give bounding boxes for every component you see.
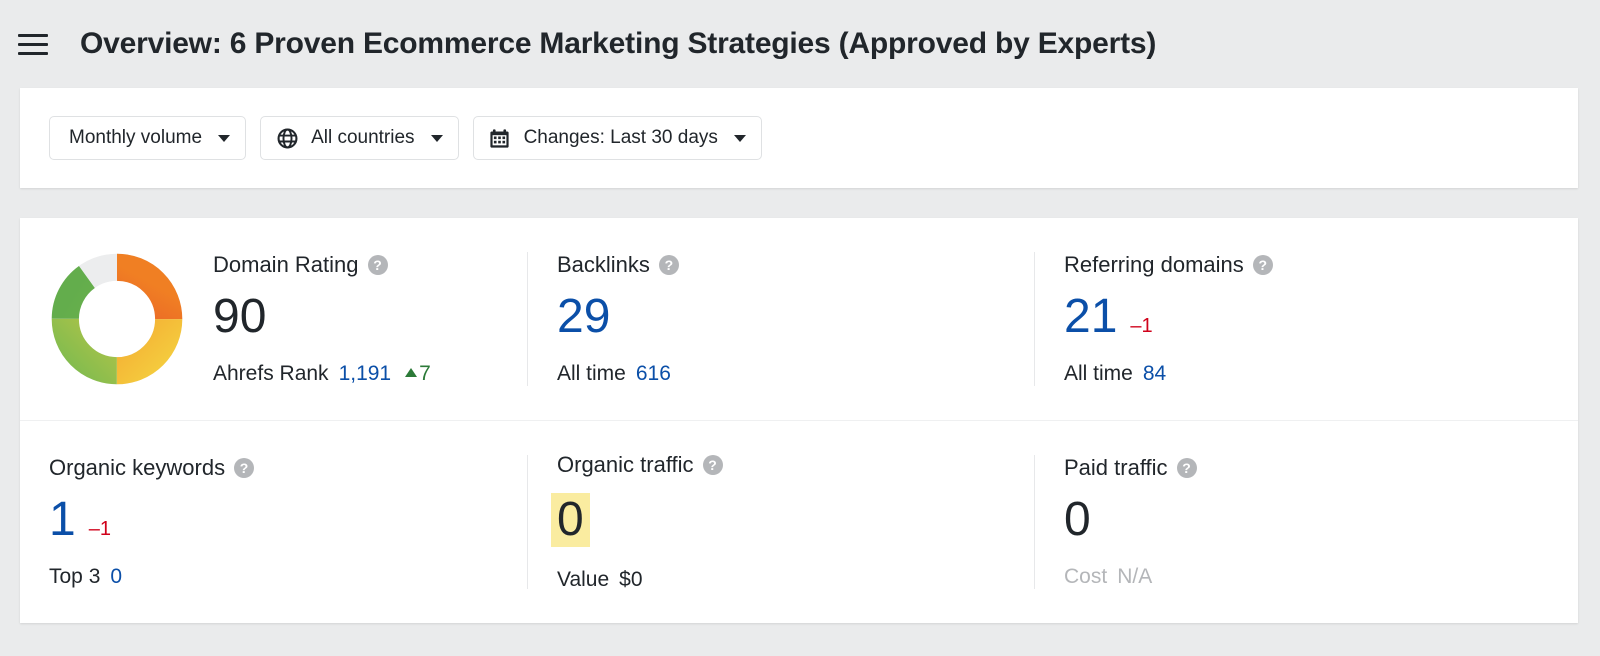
- metric-referring-domains[interactable]: Referring domains ? 21 –1 All time 84: [1034, 218, 1578, 420]
- metric-label: Referring domains ?: [1064, 254, 1273, 276]
- backlinks-alltime-value[interactable]: 616: [636, 363, 671, 384]
- metric-paid-traffic[interactable]: Paid traffic ? 0 Cost N/A: [1034, 421, 1578, 623]
- backlinks-label: Backlinks: [557, 252, 650, 277]
- organic-traffic-value: 0: [551, 493, 590, 547]
- hamburger-icon[interactable]: [18, 27, 52, 61]
- metric-value-row: 90: [213, 293, 431, 341]
- organic-keywords-top3-label: Top 3: [49, 565, 101, 588]
- ahrefs-rank-row: Ahrefs Rank 1,191 7: [213, 363, 431, 384]
- backlinks-value[interactable]: 29: [557, 293, 610, 341]
- domain-rating-value: 90: [213, 290, 267, 343]
- metric-value-row: 29: [557, 293, 679, 341]
- referring-domains-delta: –1: [1130, 315, 1153, 337]
- domain-rating-donut-chart: [51, 253, 183, 385]
- page-title: Overview: 6 Proven Ecommerce Marketing S…: [80, 27, 1157, 60]
- referring-domains-body: Referring domains ? 21 –1 All time 84: [1064, 254, 1273, 384]
- paid-traffic-label: Paid traffic: [1064, 455, 1168, 480]
- metric-value-row: 1 –1: [49, 496, 254, 544]
- paid-traffic-cost-label: Cost: [1064, 565, 1108, 588]
- organic-traffic-value-row: Value $0: [557, 569, 723, 590]
- domain-rating-body: Domain Rating ? 90 Ahrefs Rank 1,191 7: [213, 254, 431, 385]
- ahrefs-rank-label: Ahrefs Rank: [213, 362, 329, 385]
- monthly-volume-dropdown[interactable]: Monthly volume: [49, 116, 247, 160]
- hamburger-bar: [18, 51, 48, 55]
- hamburger-bar: [18, 42, 48, 46]
- metric-organic-keywords[interactable]: Organic keywords ? 1 –1 Top 3 0: [20, 421, 527, 623]
- metric-value-row: 0: [1064, 496, 1197, 544]
- metrics-panel: Domain Rating ? 90 Ahrefs Rank 1,191 7 B…: [20, 218, 1578, 623]
- organic-keywords-label: Organic keywords: [49, 455, 226, 480]
- changes-dropdown[interactable]: Changes: Last 30 days: [472, 116, 762, 160]
- paid-traffic-cost-row: Cost N/A: [1064, 566, 1197, 587]
- metric-label: Backlinks ?: [557, 254, 679, 276]
- backlinks-body: Backlinks ? 29 All time 616: [557, 254, 679, 384]
- referring-domains-value[interactable]: 21: [1064, 293, 1117, 341]
- organic-keywords-value[interactable]: 1: [49, 496, 76, 544]
- metric-label: Organic keywords ?: [49, 455, 255, 480]
- hamburger-bar: [18, 33, 48, 37]
- metric-organic-traffic[interactable]: Organic traffic ? 0 Value $0: [527, 421, 1034, 623]
- metric-label: Domain Rating ?: [213, 254, 431, 276]
- page-header: Overview: 6 Proven Ecommerce Marketing S…: [0, 0, 1600, 88]
- chevron-down-icon: [218, 134, 231, 142]
- organic-keywords-top3-value[interactable]: 0: [110, 566, 122, 587]
- help-icon[interactable]: ?: [1176, 458, 1197, 478]
- metric-value-row: 0: [551, 493, 723, 547]
- paid-traffic-cost-value: N/A: [1117, 565, 1153, 588]
- metric-backlinks[interactable]: Backlinks ? 29 All time 616: [527, 218, 1034, 420]
- backlinks-alltime-label: All time: [557, 362, 626, 385]
- organic-keywords-body: Organic keywords ? 1 –1 Top 3 0: [49, 455, 255, 587]
- referring-domains-alltime-label: All time: [1064, 362, 1133, 385]
- metric-domain-rating[interactable]: Domain Rating ? 90 Ahrefs Rank 1,191 7: [20, 218, 527, 420]
- metric-label: Paid traffic ?: [1064, 457, 1197, 479]
- organic-traffic-value-label: Value: [557, 568, 610, 591]
- paid-traffic-value: 0: [1064, 493, 1091, 546]
- referring-domains-label: Referring domains: [1064, 252, 1244, 277]
- metric-label: Organic traffic ?: [557, 454, 723, 476]
- help-icon[interactable]: ?: [367, 255, 388, 275]
- ahrefs-rank-delta: 7: [419, 362, 431, 385]
- filters-bar: Monthly volume All countries Changes: La…: [20, 88, 1578, 188]
- arrow-up-icon: [405, 368, 418, 377]
- metrics-row-top: Domain Rating ? 90 Ahrefs Rank 1,191 7 B…: [20, 218, 1578, 421]
- domain-rating-label: Domain Rating: [213, 252, 359, 277]
- country-label: All countries: [311, 127, 415, 148]
- calendar-icon: [489, 127, 511, 149]
- referring-domains-alltime-row: All time 84: [1064, 363, 1273, 384]
- metrics-row-bottom: Organic keywords ? 1 –1 Top 3 0 Organic …: [20, 421, 1578, 623]
- organic-traffic-body: Organic traffic ? 0 Value $0: [551, 454, 723, 590]
- metric-value-row: 21 –1: [1064, 293, 1273, 341]
- referring-domains-alltime-value[interactable]: 84: [1143, 363, 1166, 384]
- chevron-down-icon: [733, 134, 746, 142]
- monthly-volume-label: Monthly volume: [69, 127, 203, 148]
- organic-keywords-top3-row: Top 3 0: [49, 566, 254, 587]
- country-dropdown[interactable]: All countries: [260, 116, 459, 160]
- organic-keywords-delta: –1: [88, 518, 111, 540]
- help-icon[interactable]: ?: [702, 455, 723, 475]
- backlinks-alltime-row: All time 616: [557, 363, 679, 384]
- chevron-down-icon: [430, 134, 443, 142]
- changes-label: Changes: Last 30 days: [523, 127, 718, 148]
- organic-traffic-value-amount: $0: [619, 568, 643, 591]
- help-icon[interactable]: ?: [658, 255, 679, 275]
- ahrefs-rank-value[interactable]: 1,191: [339, 363, 392, 384]
- help-icon[interactable]: ?: [1252, 255, 1273, 275]
- globe-icon: [276, 127, 298, 149]
- help-icon[interactable]: ?: [234, 458, 255, 478]
- paid-traffic-body: Paid traffic ? 0 Cost N/A: [1064, 457, 1197, 587]
- organic-traffic-label: Organic traffic: [557, 452, 694, 477]
